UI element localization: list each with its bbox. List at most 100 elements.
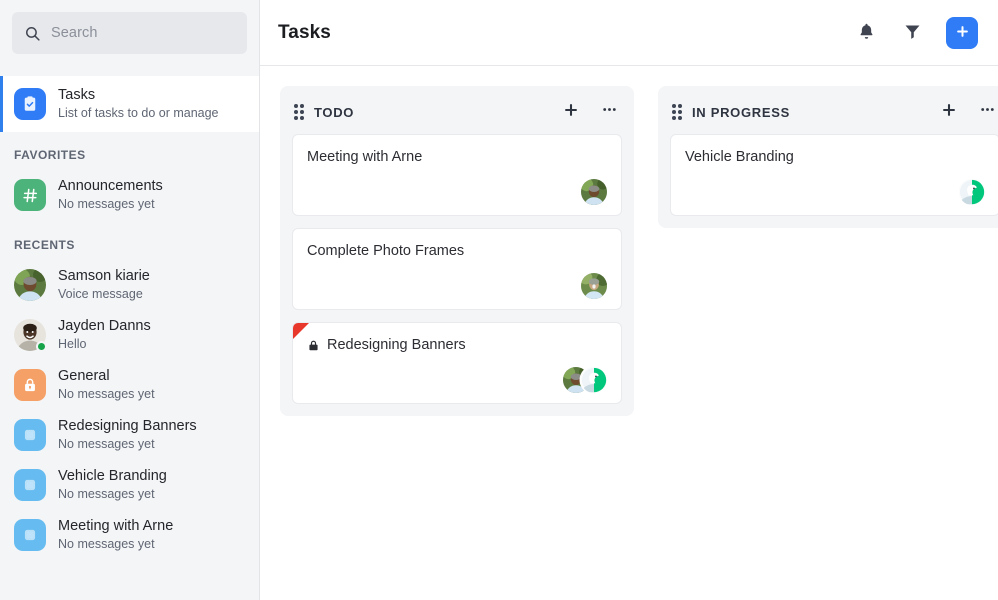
task-card-title: Vehicle Branding — [685, 149, 794, 165]
avatar — [581, 273, 607, 299]
task-card-members — [307, 167, 607, 205]
add-card-button[interactable] — [563, 102, 579, 123]
sidebar-item-tasks-title: Tasks — [58, 87, 96, 103]
sidebar-item-name: General — [58, 368, 110, 384]
notifications-button[interactable] — [854, 21, 878, 45]
sidebar: Search Tasks List of tasks to do or mana… — [0, 0, 260, 600]
app-root: Search Tasks List of tasks to do or mana… — [0, 0, 998, 600]
task-card-title-row: Redesigning Banners — [307, 336, 607, 355]
lock-icon — [307, 339, 320, 352]
avatar — [14, 319, 47, 352]
drag-handle-icon[interactable] — [672, 104, 682, 120]
board-column-todo: TODO Meeting with Arne Complete Photo Fr… — [280, 86, 634, 416]
board-icon — [14, 519, 46, 551]
sidebar-item-general-text: General No messages yet — [58, 368, 155, 402]
sidebar-item-tasks-text: Tasks List of tasks to do or manage — [58, 87, 219, 121]
topbar: Tasks — [260, 0, 998, 66]
plus-icon — [563, 102, 579, 123]
sidebar-item-samson-kiarie[interactable]: Samson kiarie Voice message — [0, 260, 259, 310]
presence-indicator-online — [36, 341, 47, 352]
sidebar-item-subtitle: Hello — [58, 337, 87, 351]
sidebar-item-subtitle: No messages yet — [58, 197, 155, 211]
sidebar-item-name: Meeting with Arne — [58, 518, 174, 534]
sidebar-section-favorites-label: FAVORITES — [14, 148, 86, 162]
drag-handle-icon[interactable] — [294, 104, 304, 120]
page-title: Tasks — [278, 21, 331, 43]
column-title: IN PROGRESS — [692, 104, 790, 120]
sidebar-item-jayden-danns[interactable]: Jayden Danns Hello — [0, 310, 259, 360]
task-card-title: Redesigning Banners — [327, 337, 466, 353]
column-title: TODO — [314, 104, 355, 120]
sidebar-item-name: Jayden Danns — [58, 318, 151, 334]
avatar — [581, 367, 607, 393]
sidebar-item-redesigning-banners[interactable]: Redesigning Banners No messages yet — [0, 410, 259, 460]
column-actions — [563, 101, 618, 123]
funnel-filter-icon — [903, 22, 922, 44]
sidebar-item-name: Samson kiarie — [58, 268, 150, 284]
task-card[interactable]: Meeting with Arne — [292, 134, 622, 216]
column-cards: Meeting with Arne Complete Photo Frames … — [292, 134, 622, 404]
search-placeholder: Search — [51, 25, 98, 41]
sidebar-item-meeting-with-arne[interactable]: Meeting with Arne No messages yet — [0, 510, 259, 560]
search-container: Search — [0, 0, 259, 54]
sidebar-item-vehicle-branding-text: Vehicle Branding No messages yet — [58, 468, 167, 502]
topbar-actions — [854, 16, 978, 49]
sidebar-item-subtitle: Voice message — [58, 287, 143, 301]
task-card-title: Complete Photo Frames — [307, 243, 465, 259]
column-more-button[interactable] — [601, 101, 618, 123]
sidebar-item-subtitle: No messages yet — [58, 387, 155, 401]
hash-icon — [14, 179, 46, 211]
priority-flag-corner — [293, 323, 309, 339]
more-horizontal-icon — [979, 101, 996, 123]
column-header: IN PROGRESS — [670, 96, 998, 128]
plus-icon — [941, 102, 957, 123]
task-card[interactable]: Complete Photo Frames — [292, 228, 622, 310]
task-card-title: Meeting with Arne — [307, 149, 423, 165]
task-card[interactable]: Vehicle Branding — [670, 134, 998, 216]
sidebar-item-redesigning-banners-text: Redesigning Banners No messages yet — [58, 418, 197, 452]
task-board: TODO Meeting with Arne Complete Photo Fr… — [260, 66, 998, 600]
sidebar-item-announcements-text: Announcements No messages yet — [58, 178, 163, 212]
task-card-title-row: Vehicle Branding — [685, 148, 985, 167]
task-card-members — [307, 355, 607, 393]
board-icon — [14, 469, 46, 501]
sidebar-section-recents-label: RECENTS — [14, 238, 75, 252]
sidebar-item-name: Redesigning Banners — [58, 418, 197, 434]
bell-icon — [857, 22, 876, 44]
clipboard-check-icon — [14, 88, 46, 120]
filter-button[interactable] — [900, 21, 924, 45]
column-more-button[interactable] — [979, 101, 996, 123]
task-card-members — [685, 167, 985, 205]
sidebar-item-jayden-danns-text: Jayden Danns Hello — [58, 318, 151, 352]
sidebar-item-name: Vehicle Branding — [58, 468, 167, 484]
avatar — [581, 179, 607, 205]
avatar — [959, 179, 985, 205]
board-icon — [14, 419, 46, 451]
sidebar-item-tasks-subtitle: List of tasks to do or manage — [58, 106, 219, 120]
main-content: Tasks TODO Meeting with Arne Complete Ph… — [260, 0, 998, 600]
sidebar-item-subtitle: No messages yet — [58, 537, 155, 551]
board-column-in-progress: IN PROGRESS Vehicle Branding — [658, 86, 998, 228]
more-horizontal-icon — [601, 101, 618, 123]
sidebar-item-subtitle: No messages yet — [58, 437, 155, 451]
sidebar-item-name: Announcements — [58, 178, 163, 194]
add-task-button[interactable] — [946, 16, 978, 49]
sidebar-item-general[interactable]: General No messages yet — [0, 360, 259, 410]
sidebar-item-tasks[interactable]: Tasks List of tasks to do or manage — [0, 76, 259, 132]
lock-icon — [14, 369, 46, 401]
task-card-title-row: Complete Photo Frames — [307, 242, 607, 261]
add-card-button[interactable] — [941, 102, 957, 123]
sidebar-item-meeting-with-arne-text: Meeting with Arne No messages yet — [58, 518, 173, 552]
task-card-title-row: Meeting with Arne — [307, 148, 607, 167]
sidebar-item-subtitle: No messages yet — [58, 487, 155, 501]
sidebar-section-favorites-list: Announcements No messages yet — [0, 170, 259, 220]
search-icon — [24, 25, 41, 42]
task-card[interactable]: Redesigning Banners — [292, 322, 622, 404]
sidebar-section-recents-list: Samson kiarie Voice message Jayden Danns… — [0, 260, 259, 560]
sidebar-item-announcements[interactable]: Announcements No messages yet — [0, 170, 259, 220]
column-actions — [941, 101, 996, 123]
sidebar-item-vehicle-branding[interactable]: Vehicle Branding No messages yet — [0, 460, 259, 510]
plus-icon — [955, 24, 970, 42]
search-input[interactable]: Search — [12, 12, 247, 54]
avatar — [14, 269, 46, 301]
